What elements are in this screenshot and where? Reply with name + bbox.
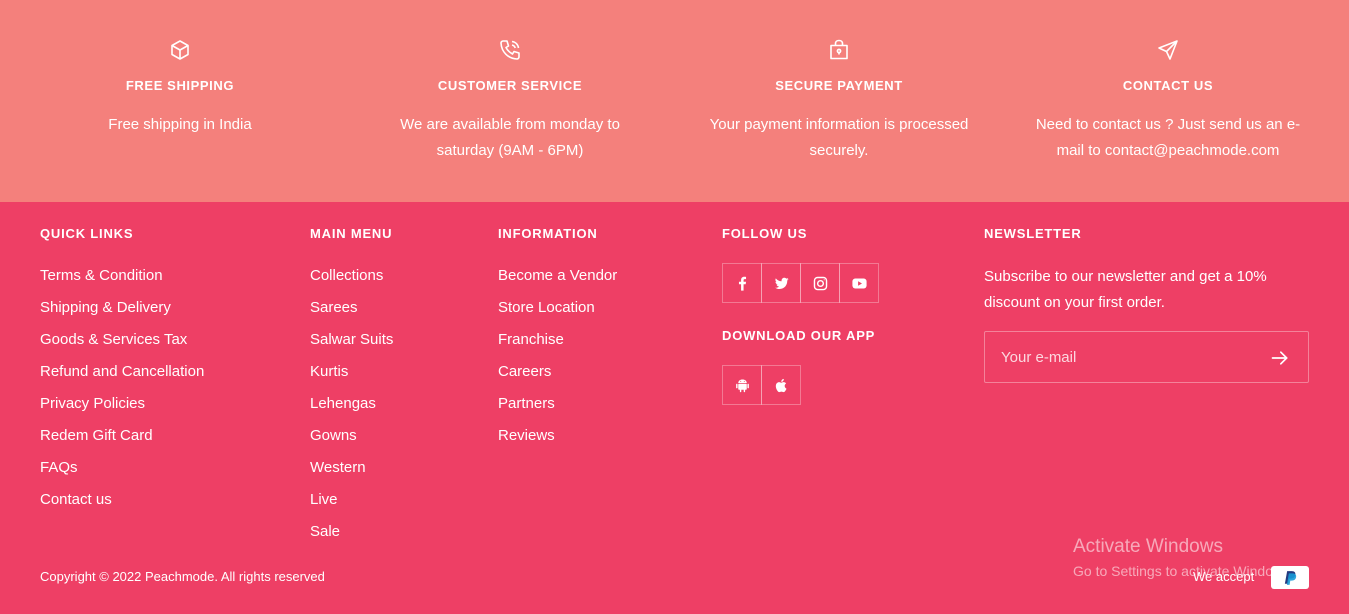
newsletter-title: NEWSLETTER [984, 226, 1082, 241]
footer-link[interactable]: Careers [498, 360, 738, 392]
footer-link[interactable]: Reviews [498, 424, 738, 456]
footer-link[interactable]: Store Location [498, 296, 738, 328]
feature-title: SECURE PAYMENT [775, 78, 903, 93]
quick-links-title: QUICK LINKS [40, 226, 134, 241]
newsletter-form [984, 331, 1309, 383]
newsletter-text: Subscribe to our newsletter and get a 10… [984, 268, 1267, 311]
apple-icon [775, 378, 786, 392]
facebook-icon [738, 276, 746, 291]
feature-title: FREE SHIPPING [125, 78, 235, 93]
facebook-button[interactable] [722, 263, 762, 303]
twitter-icon [774, 277, 789, 289]
we-accept-label: We accept [1193, 569, 1255, 584]
instagram-icon [813, 276, 827, 290]
footer-link[interactable]: Live [310, 488, 550, 520]
feature-title: CONTACT US [1122, 78, 1214, 93]
phone-icon [500, 40, 520, 60]
paper-plane-icon [1158, 40, 1178, 60]
copyright-text: Copyright © 2022 Peachmode. All rights r… [40, 569, 325, 584]
footer-link[interactable]: Privacy Policies [40, 392, 280, 424]
footer-link[interactable]: Western [310, 456, 550, 488]
feature-text: Need to contact us ? Just send us an e-m… [1035, 116, 1301, 159]
paypal-badge [1271, 566, 1309, 589]
information-title: INFORMATION [498, 226, 598, 241]
main-menu-column: MAIN MENU Collections Sarees Salwar Suit… [310, 226, 393, 540]
quick-links-list: Terms & Condition Shipping & Delivery Go… [40, 264, 280, 520]
download-app-title: DOWNLOAD OUR APP [722, 328, 876, 343]
footer-link[interactable]: Partners [498, 392, 738, 424]
feature-title: CUSTOMER SERVICE [437, 78, 583, 93]
android-app-button[interactable] [722, 365, 762, 405]
footer-link[interactable]: Goods & Services Tax [40, 328, 280, 360]
email-input[interactable] [985, 332, 1255, 382]
paypal-icon [1284, 570, 1297, 585]
information-list: Become a Vendor Store Location Franchise… [498, 264, 738, 456]
main-menu-title: MAIN MENU [310, 226, 393, 241]
footer-link[interactable]: Become a Vendor [498, 264, 738, 296]
information-column: INFORMATION Become a Vendor Store Locati… [498, 226, 617, 444]
shopping-bag-icon [830, 39, 848, 60]
footer-link[interactable]: Terms & Condition [40, 264, 280, 296]
feature-text: Your payment information is processed se… [709, 116, 969, 159]
follow-us-column: FOLLOW US DOWNLOAD OUR APP [722, 226, 879, 405]
youtube-icon [851, 278, 867, 288]
feature-text: Free shipping in India [108, 116, 252, 133]
social-links [722, 263, 879, 303]
app-links [722, 365, 801, 405]
apple-app-button[interactable] [761, 365, 801, 405]
android-icon [735, 378, 749, 392]
footer-link[interactable]: Refund and Cancellation [40, 360, 280, 392]
newsletter-column: NEWSLETTER Subscribe to our newsletter a… [984, 226, 1309, 383]
follow-us-title: FOLLOW US [722, 226, 808, 241]
quick-links-column: QUICK LINKS Terms & Condition Shipping &… [40, 226, 204, 508]
youtube-button[interactable] [839, 263, 879, 303]
twitter-button[interactable] [761, 263, 801, 303]
footer-link[interactable]: Shipping & Delivery [40, 296, 280, 328]
windows-activation-watermark: Activate Windows Go to Settings to activ… [1073, 536, 1294, 581]
watermark-title: Activate Windows [1073, 536, 1223, 557]
footer-link[interactable]: Franchise [498, 328, 738, 360]
feature-text: We are available from monday to saturday… [400, 116, 620, 159]
watermark-subtitle: Go to Settings to activate Windows. [1073, 563, 1294, 579]
box-icon [171, 40, 189, 60]
instagram-button[interactable] [800, 263, 840, 303]
footer-link[interactable]: Redem Gift Card [40, 424, 280, 456]
features-strip: FREE SHIPPING Free shipping in India CUS… [0, 0, 1349, 202]
footer-link[interactable]: Contact us [40, 488, 280, 520]
arrow-right-icon[interactable] [1270, 348, 1290, 368]
footer-link[interactable]: Sale [310, 520, 550, 552]
footer-link[interactable]: FAQs [40, 456, 280, 488]
